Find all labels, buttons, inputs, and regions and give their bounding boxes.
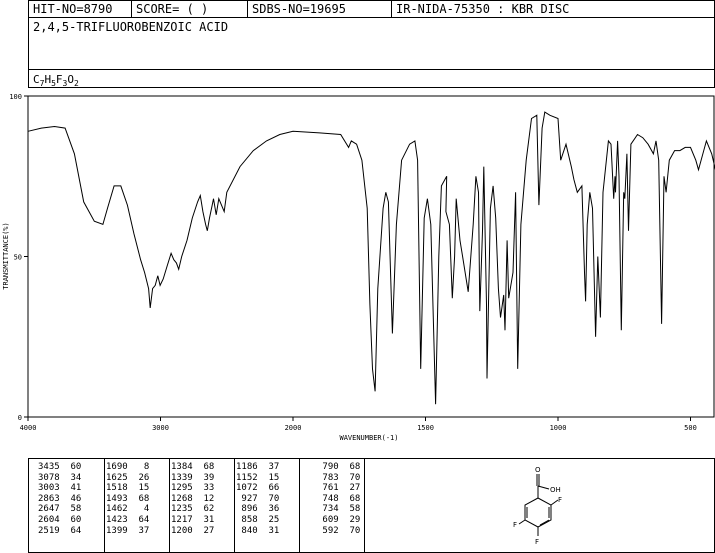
y-axis-label: TRANSMITTANCE(%) (2, 222, 10, 289)
x-axis-ticks: 4000 3000 2000 1500 1000 500 (20, 417, 697, 432)
y-tick-label: 0 (18, 414, 22, 422)
y-tick-label: 50 (14, 254, 22, 262)
y-axis-ticks: 0 50 100 (9, 93, 28, 422)
x-tick-label: 4000 (20, 424, 37, 432)
y-tick-label: 100 (9, 93, 22, 101)
x-tick-label: 3000 (152, 424, 169, 432)
peak-column: 790 68 783 70 761 27 748 68 734 58 609 2… (322, 462, 361, 536)
x-axis-label: WAVENUMBER(-1) (339, 434, 398, 442)
x-tick-label: 500 (684, 424, 697, 432)
x-tick-label: 1000 (550, 424, 567, 432)
x-tick-label: 2000 (285, 424, 302, 432)
peak-column: 1186 37 1152 15 1072 66 927 70 896 36 85… (236, 462, 280, 536)
x-tick-label: 1500 (417, 424, 434, 432)
peak-column: 1384 68 1339 39 1295 33 1268 12 1235 62 … (171, 462, 215, 536)
peak-column: 1690 8 1625 26 1518 15 1493 68 1462 4 14… (106, 462, 150, 536)
peak-column: 3435 60 3078 34 3003 41 2863 46 2647 58 … (38, 462, 82, 536)
spectrum-line (27, 111, 715, 405)
